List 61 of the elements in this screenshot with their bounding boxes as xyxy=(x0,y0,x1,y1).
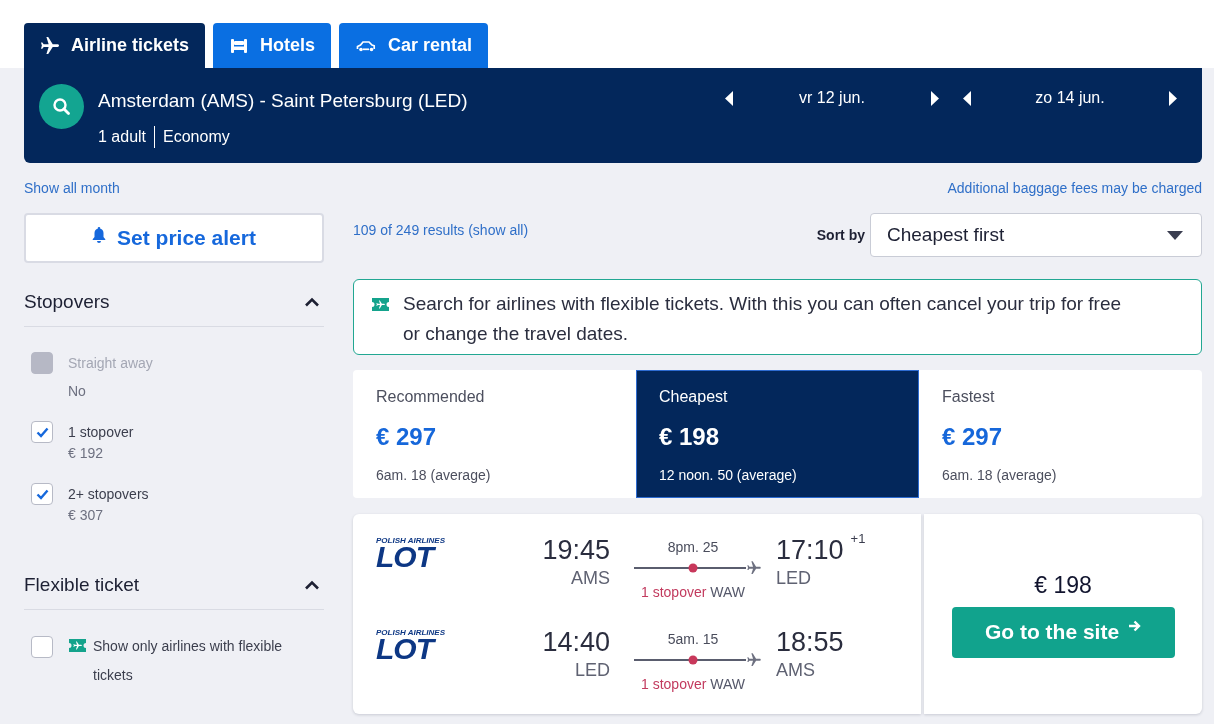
cabin-class-text: Economy xyxy=(163,127,230,147)
departure-time: 14:40 xyxy=(541,626,610,658)
sort-tab[interactable]: Fastest € 297 6am. 18 (average) xyxy=(919,370,1202,498)
checkbox[interactable] xyxy=(31,483,53,505)
sort-tab[interactable]: Cheapest € 198 12 noon. 50 (average) xyxy=(636,370,919,498)
sort-dropdown[interactable]: Cheapest first xyxy=(870,213,1202,257)
checkmark-icon xyxy=(35,488,49,500)
bed-icon xyxy=(230,37,249,54)
arrival-airport: AMS xyxy=(776,659,816,682)
arrow-left-icon[interactable] xyxy=(963,90,971,106)
sort-label: Sort by xyxy=(816,227,865,243)
ticket-icon xyxy=(371,297,390,312)
tab[interactable]: Car rental xyxy=(339,23,489,68)
filter-heading: Stopovers xyxy=(24,290,110,314)
chevron-up-icon[interactable] xyxy=(304,580,320,590)
caret-down-icon xyxy=(1167,230,1183,240)
filter-heading: Flexible ticket xyxy=(24,573,140,597)
option-detail: € 307 xyxy=(68,506,105,525)
show-all-month-link[interactable]: Show all month xyxy=(24,179,120,197)
arrow-right-icon[interactable] xyxy=(1169,90,1177,106)
ticket-price: € 198 xyxy=(1034,570,1092,599)
flight-duration: 8pm. 25 xyxy=(666,538,720,556)
arrow-right-icon xyxy=(1128,619,1142,632)
arrow-right-icon[interactable] xyxy=(931,90,939,106)
flight-duration: 5am. 15 xyxy=(666,630,720,648)
departure-airport: LED xyxy=(574,659,610,682)
airplane-icon xyxy=(41,36,59,55)
option-label: 2+ stopovers xyxy=(68,485,149,504)
ticket-icon xyxy=(68,638,87,653)
results-count-link[interactable]: 109 of 249 results (show all) xyxy=(353,221,529,239)
route-text: Amsterdam (AMS) - Saint Petersburg (LED) xyxy=(98,89,469,113)
info-text: Search for airlines with flexible tickets. With this you can often cancel your trip for free or change the travel dates. xyxy=(403,292,1123,346)
arrival-time: 18:55 xyxy=(776,626,844,658)
date-button[interactable]: vr 12 jun. xyxy=(799,87,865,109)
tab[interactable]: Hotels xyxy=(213,23,332,68)
baggage-fees-link[interactable]: Additional baggage fees may be charged xyxy=(947,179,1202,197)
arrival-time: 17:10 xyxy=(776,534,844,566)
option-detail: € 192 xyxy=(68,444,105,463)
search-icon[interactable] xyxy=(39,84,84,129)
bell-icon xyxy=(92,227,107,243)
stopover-text: 1 stopover WAW xyxy=(640,675,746,694)
checkbox[interactable] xyxy=(31,636,53,658)
arrow-left-icon[interactable] xyxy=(725,90,733,106)
arrival-airport: LED xyxy=(776,567,812,590)
day-offset-label: +1 xyxy=(850,532,866,546)
car-icon xyxy=(356,39,377,52)
chevron-up-icon[interactable] xyxy=(304,297,320,307)
sort-tab[interactable]: Recommended € 297 6am. 18 (average) xyxy=(353,370,636,498)
departure-time: 19:45 xyxy=(541,534,610,566)
departure-airport: AMS xyxy=(570,567,610,590)
checkbox[interactable] xyxy=(31,421,53,443)
passengers-text: 1 adult xyxy=(98,127,147,147)
checkmark-icon xyxy=(35,426,49,438)
option-detail: No xyxy=(68,382,87,401)
date-button[interactable]: zo 14 jun. xyxy=(1035,87,1105,109)
tab[interactable]: Airline tickets xyxy=(24,23,206,68)
option-label: 1 stopover xyxy=(68,423,134,442)
stopover-text: 1 stopover WAW xyxy=(640,583,746,602)
option-label: Straight away xyxy=(68,354,153,373)
option-label: Show only airlines with flexible tickets xyxy=(93,637,284,685)
price-alert-button[interactable]: Set price alert xyxy=(24,213,324,263)
